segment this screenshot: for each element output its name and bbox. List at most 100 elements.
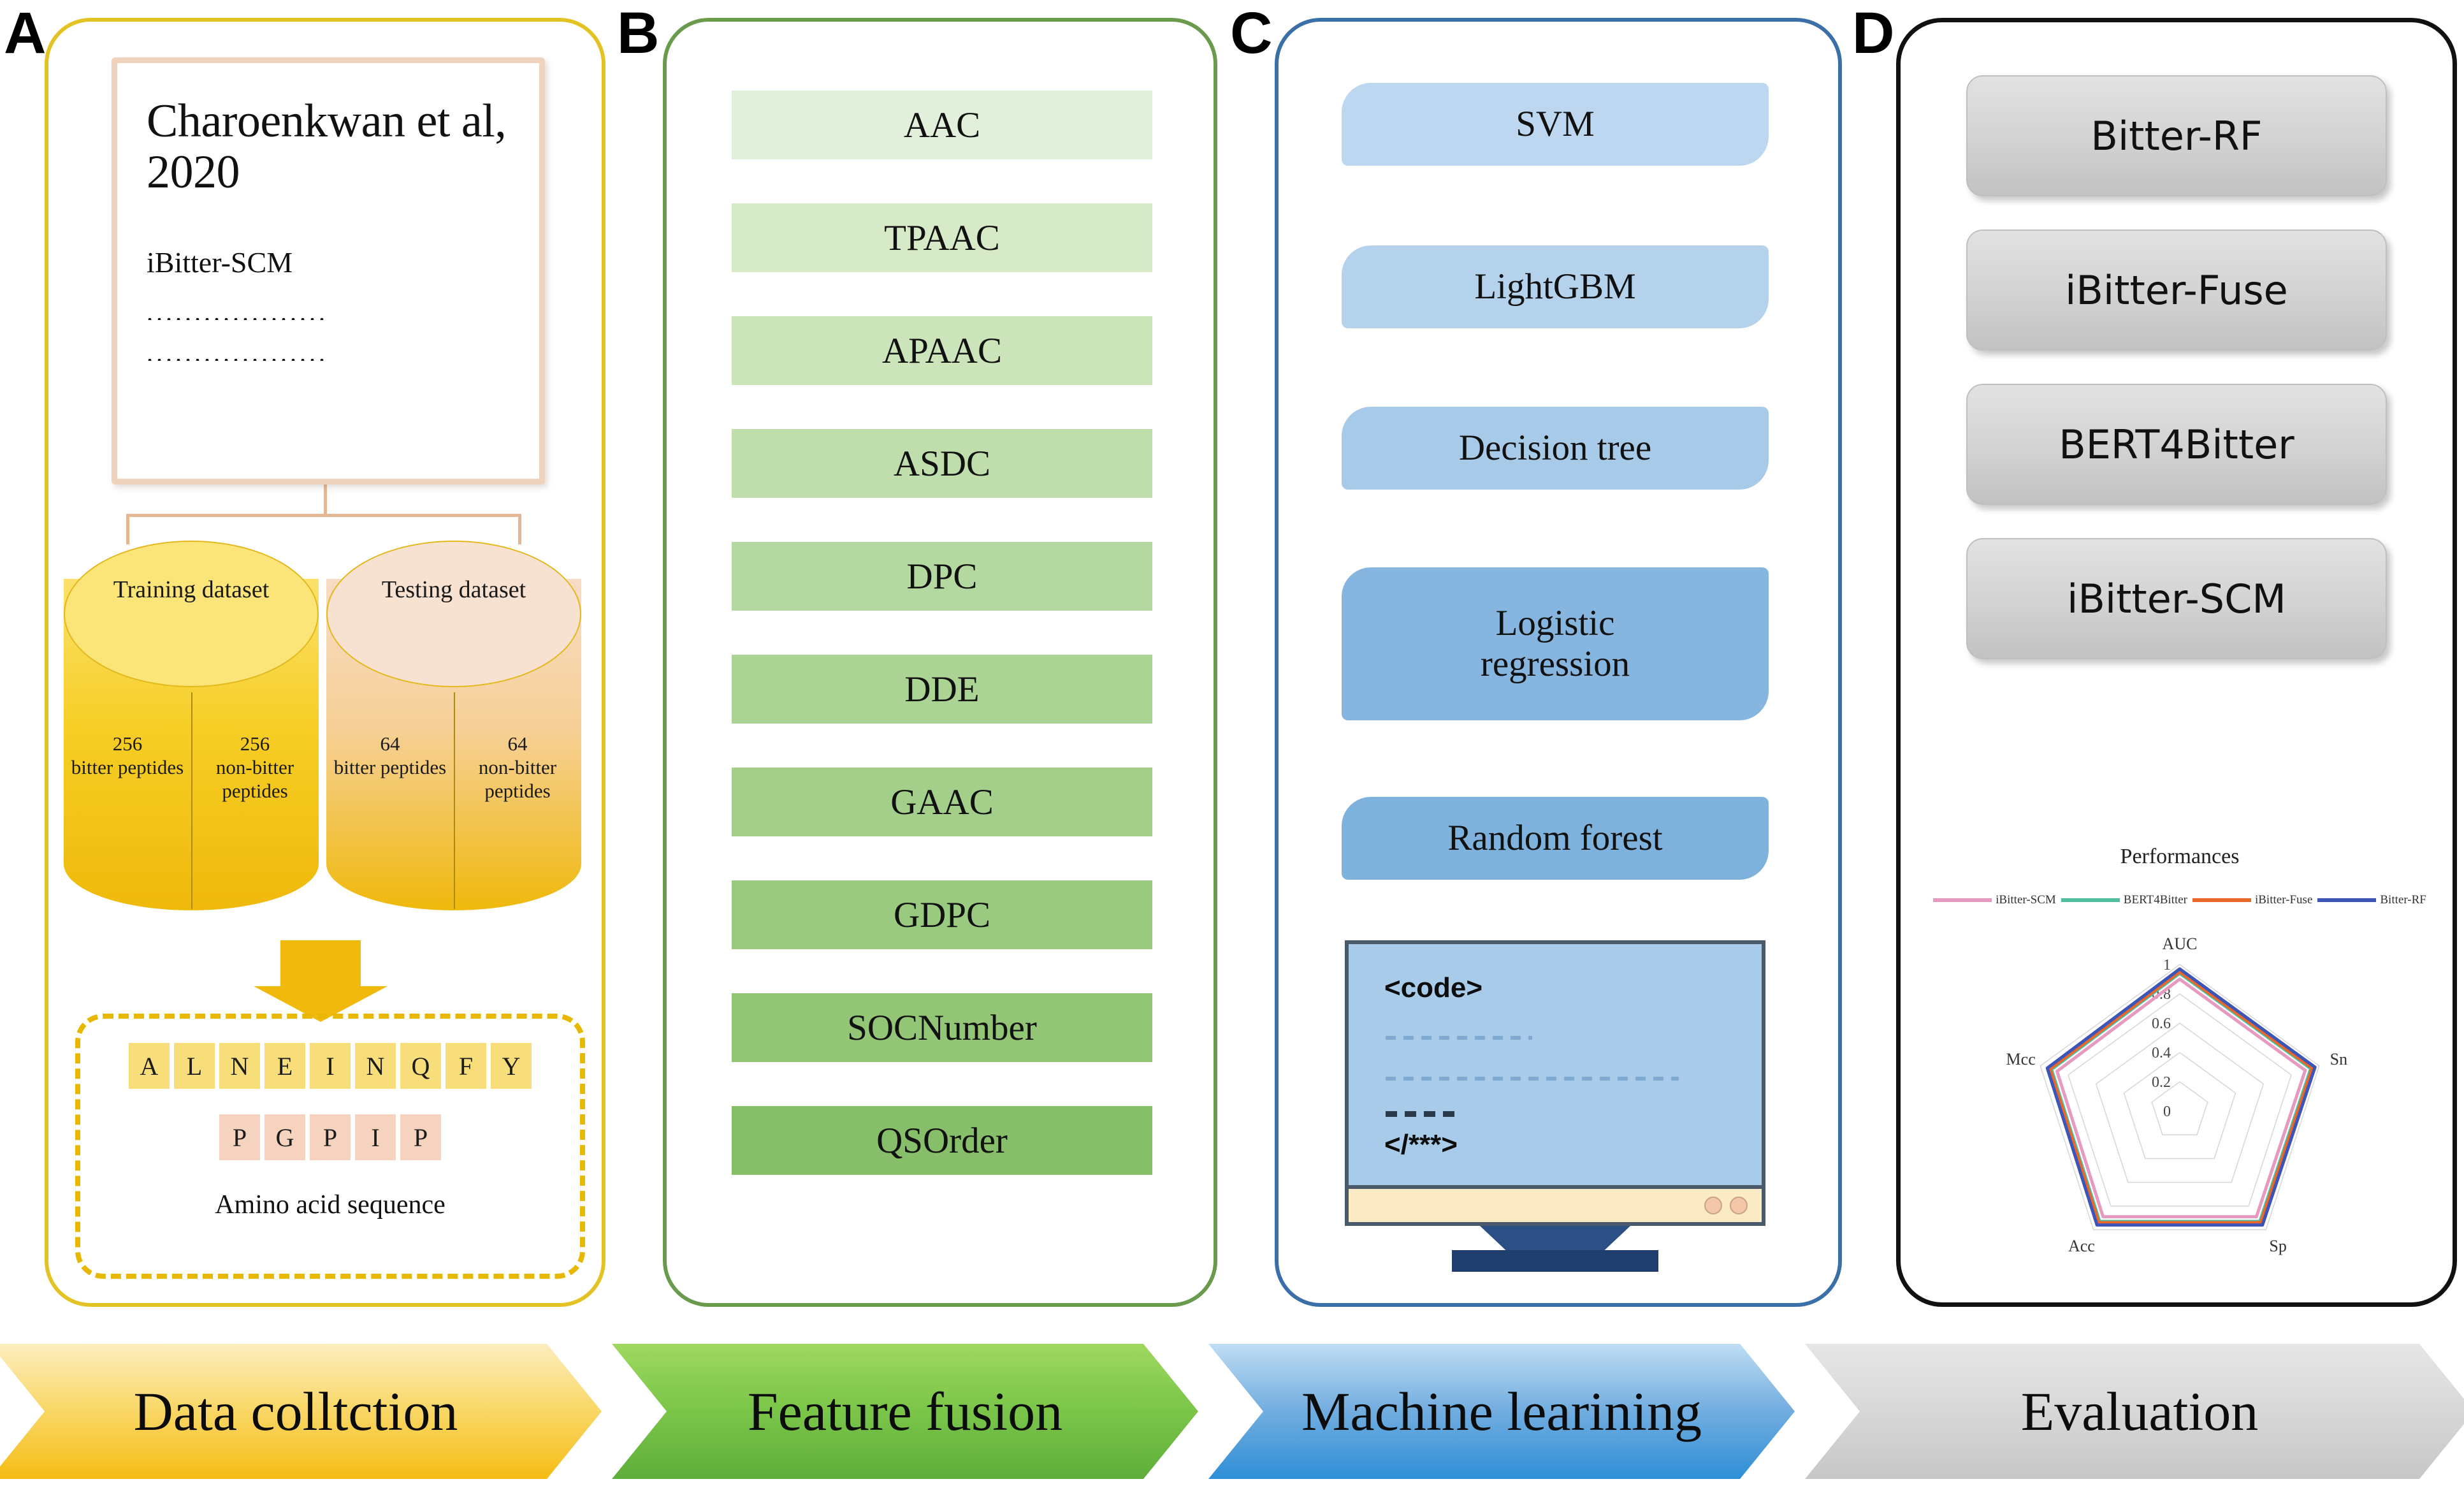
feature-bar[interactable]: APAAC [732, 316, 1152, 385]
amino-acid-tile: I [310, 1043, 351, 1089]
feature-label: QSOrder [876, 1120, 1008, 1161]
algorithm-bar[interactable]: Decision tree [1342, 407, 1769, 490]
testing-dataset-cylinder: Testing dataset 64 bitter peptides 64 no… [326, 541, 581, 910]
feature-label: ASDC [893, 443, 991, 484]
algorithm-label: SVM [1516, 104, 1595, 145]
sequence-row-bitter: ALNEINQFY [80, 1043, 580, 1089]
feature-bar[interactable]: GAAC [732, 768, 1152, 836]
radar-tick-label: 0.4 [2152, 1045, 2171, 1061]
amino-acid-tile: P [400, 1114, 441, 1160]
monitor-foot [1452, 1250, 1658, 1272]
connector-crossbar [126, 514, 521, 517]
nonbitter-label: non-bitter peptides [215, 756, 294, 803]
radar-axis-label: Sp [2269, 1237, 2286, 1255]
chart-title: Performances [2120, 845, 2240, 868]
nonbitter-label: non-bitter peptides [478, 756, 557, 803]
radar-plot-area: 00.20.40.60.81AUCSnSpAccMcc [2006, 935, 2348, 1255]
amino-acid-tile: L [174, 1043, 215, 1089]
amino-acid-tile: G [265, 1114, 305, 1160]
feature-label: GDPC [893, 894, 991, 935]
down-arrow-icon [254, 940, 388, 1022]
code-open-tag: <code> [1384, 972, 1483, 1003]
feature-label: GAAC [890, 782, 994, 822]
paper-title: Charoenkwan et al, 2020 [147, 95, 507, 198]
feature-bar[interactable]: AAC [732, 91, 1152, 159]
amino-acid-tile: P [310, 1114, 351, 1160]
connector-stem [324, 484, 327, 516]
dataset-left-stat: 256 bitter peptides [64, 732, 191, 779]
stage-banner-feature-fusion: Feature fusion [612, 1344, 1198, 1479]
panel-letter-b: B [617, 1, 660, 66]
bitter-label: bitter peptides [333, 756, 447, 779]
model-card[interactable]: Bitter-RF [1966, 75, 2387, 196]
stage-banner-data-collection: Data colltction [0, 1344, 602, 1479]
algorithm-bar[interactable]: LightGBM [1342, 245, 1769, 328]
legend-color-swatch [2192, 898, 2251, 902]
legend-color-swatch [2317, 898, 2377, 902]
sequence-row-nonbitter: PGPIP [80, 1114, 580, 1160]
amino-acid-tile: Q [400, 1043, 441, 1089]
algorithm-bar[interactable]: Random forest [1342, 797, 1769, 880]
nonbitter-count: 64 [507, 732, 528, 755]
amino-acid-tile: F [446, 1043, 486, 1089]
legend-item: iBitter-Fuse [2192, 893, 2312, 907]
feature-label: AAC [903, 105, 981, 145]
amino-acid-tile: I [355, 1114, 396, 1160]
legend-color-swatch [2061, 898, 2120, 902]
model-card[interactable]: iBitter-SCM [1966, 538, 2387, 659]
dataset-right-stat: 256 non-bitter peptides [191, 732, 319, 803]
connector-branch-left [126, 514, 129, 544]
feature-bar[interactable]: DPC [732, 542, 1152, 611]
feature-bar[interactable]: ASDC [732, 429, 1152, 498]
amino-acid-sequence-region: ALNEINQFY PGPIP Amino acid sequence [75, 1014, 585, 1279]
legend-label: BERT4Bitter [2123, 893, 2187, 907]
radar-gridline [2123, 1052, 2236, 1160]
legend-color-swatch [1933, 898, 1992, 902]
source-paper-card: Charoenkwan et al, 2020 iBitter-SCM ....… [112, 57, 545, 484]
model-label: iBitter-SCM [2067, 575, 2286, 622]
code-close-tag: </***> [1384, 1129, 1458, 1160]
connector-branch-right [518, 514, 521, 544]
bitter-label: bitter peptides [71, 756, 184, 779]
monitor-neck [1480, 1226, 1630, 1251]
nonbitter-count: 256 [240, 732, 270, 755]
feature-bar[interactable]: DDE [732, 655, 1152, 724]
performance-radar-chart: Performances iBitter-SCM BERT4Bitter iBitt… [1933, 838, 2426, 1297]
paper-dotted-line-1: ................... [147, 304, 328, 320]
feature-bar[interactable]: GDPC [732, 880, 1152, 949]
legend-label: Bitter-RF [2380, 893, 2426, 907]
radar-tick-label: 0.6 [2152, 1016, 2171, 1032]
cylinder-top-ellipse [326, 541, 581, 687]
feature-bar[interactable]: QSOrder [732, 1106, 1152, 1175]
monitor-screen: <code> </***> [1345, 940, 1765, 1189]
code-line-2 [1386, 1077, 1679, 1081]
feature-label: APAAC [882, 330, 1002, 371]
radar-series-ibitter-scm [2055, 977, 2307, 1219]
radar-tick-label: 0.2 [2152, 1074, 2171, 1091]
legend-label: iBitter-Fuse [2254, 893, 2313, 907]
amino-acid-tile: P [219, 1114, 260, 1160]
banner-label: Machine learining [1301, 1381, 1702, 1442]
radar-axis-label: AUC [2163, 935, 2198, 953]
algorithm-bar[interactable]: Logistic regression [1342, 567, 1769, 720]
code-monitor: <code> </***> [1345, 940, 1765, 1272]
model-label: BERT4Bitter [2059, 421, 2294, 468]
model-card[interactable]: iBitter-Fuse [1966, 229, 2387, 351]
banner-label: Evaluation [2020, 1381, 2259, 1442]
chart-legend: iBitter-SCM BERT4Bitter iBitter-Fuse Bitter… [1933, 893, 2426, 907]
bitter-count: 64 [380, 732, 400, 755]
radar-axis-label: Acc [2068, 1237, 2095, 1255]
panel-letter-a: A [4, 1, 47, 66]
algorithm-bar[interactable]: SVM [1342, 83, 1769, 166]
amino-acid-tile: N [355, 1043, 396, 1089]
model-card[interactable]: BERT4Bitter [1966, 384, 2387, 505]
feature-bar[interactable]: SOCNumber [732, 993, 1152, 1062]
panel-letter-d: D [1852, 1, 1895, 66]
feature-label: TPAAC [884, 217, 1000, 258]
legend-item: iBitter-SCM [1933, 893, 2056, 907]
dataset-title: Training dataset [113, 576, 270, 603]
feature-bar[interactable]: TPAAC [732, 203, 1152, 272]
amino-acid-tile: N [219, 1043, 260, 1089]
algorithm-label: Decision tree [1458, 428, 1652, 469]
code-line-1 [1386, 1036, 1532, 1040]
